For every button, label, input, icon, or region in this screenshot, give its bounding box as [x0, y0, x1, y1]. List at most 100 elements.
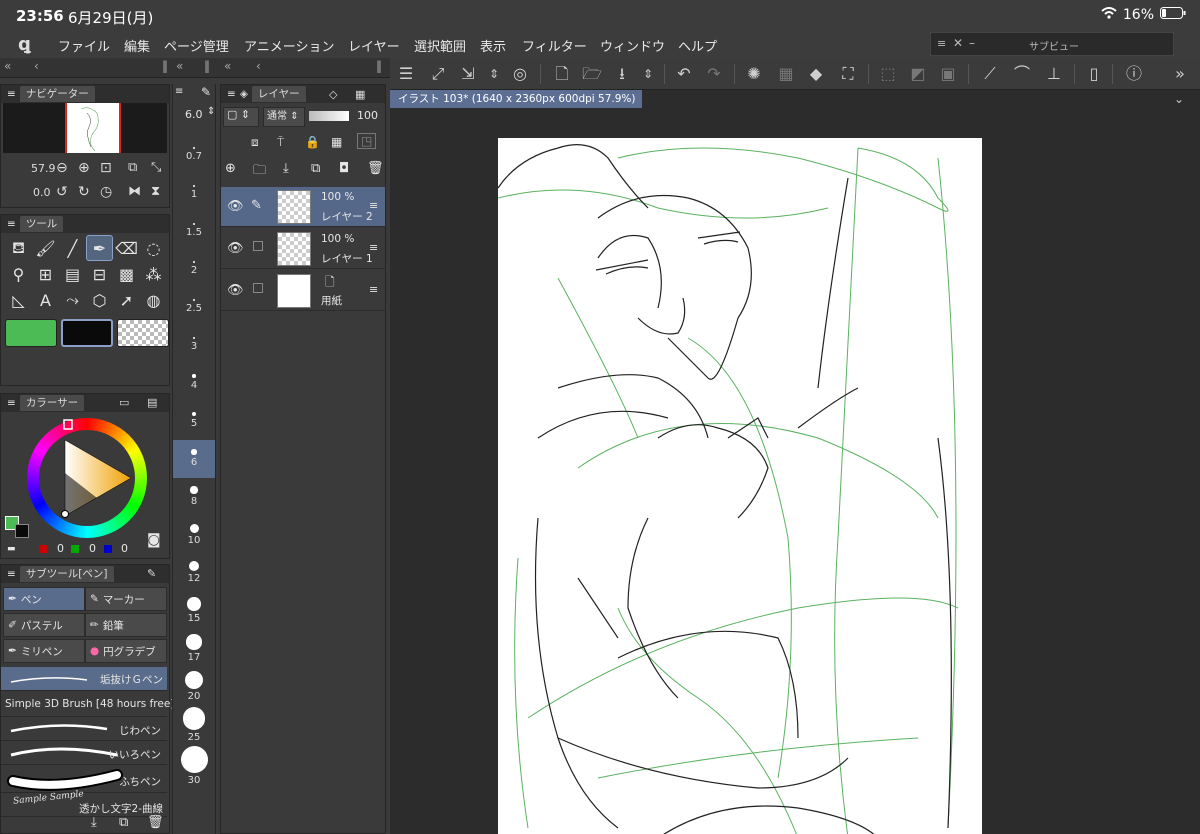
panel-layout-icon[interactable]: ⊟ — [86, 261, 113, 287]
panel-menu-icon-3[interactable]: ≡ — [7, 397, 16, 409]
fill-tool-icon[interactable]: ⛾ — [5, 235, 32, 261]
brush-item-jiwa[interactable]: じわペン — [1, 717, 167, 741]
tool-tab[interactable]: ツール — [19, 216, 64, 232]
brush-size-tab-icon[interactable]: ✎ — [201, 85, 211, 99]
zoom-out-icon[interactable]: ⊖ — [56, 160, 68, 176]
device-icon[interactable]: ▯ — [1082, 62, 1106, 86]
add-mask-icon[interactable]: ◘ — [339, 161, 349, 176]
document-tab[interactable]: イラスト 103* (1640 x 2360px 600dpi 57.9%) — [390, 90, 642, 108]
brush-size-option[interactable]: 12 — [173, 554, 215, 592]
menu-filter[interactable]: フィルター — [522, 36, 587, 55]
mask-icon[interactable]: ◳ — [357, 133, 377, 149]
new-file-icon[interactable]: 🗋 — [550, 62, 574, 86]
new-folder-icon[interactable]: 🗀 — [253, 161, 266, 183]
color-set-tab-icon[interactable]: ▭ — [119, 396, 129, 409]
menu-icon[interactable]: ☰ — [394, 62, 418, 86]
divider-handle-icon[interactable]: ‖ — [162, 59, 168, 73]
fit-window-icon[interactable]: ⤡ — [151, 160, 161, 175]
tab-chevron-down-icon[interactable]: ⌄ — [1174, 92, 1184, 106]
brush-size-stepper-icon[interactable]: ⇕ — [207, 106, 215, 117]
pen-tool-icon[interactable]: ✒ — [86, 235, 113, 261]
3d-object-icon[interactable]: ⬡ — [86, 287, 113, 313]
merge-down-icon[interactable]: ⧉ — [311, 161, 320, 176]
clip-layer-icon[interactable]: ⧈ — [251, 135, 259, 150]
operation-tool-icon[interactable]: ➚ — [113, 287, 140, 313]
layer-property-tab-icon[interactable]: ◇ — [329, 88, 337, 101]
brush-size-option[interactable]: 2.5 — [173, 288, 215, 326]
color-wheel[interactable] — [27, 418, 147, 538]
divider-handle-icon-3[interactable]: ‖ — [376, 59, 382, 73]
blend-tool-icon[interactable]: ◍ — [140, 287, 167, 313]
lasso-tool-icon[interactable]: ◌ — [140, 235, 167, 261]
text-tool-icon[interactable]: A — [32, 287, 59, 313]
layer-row-1[interactable]: 👁 100 % レイヤー 1 ≡ — [221, 229, 385, 269]
panel-menu-icon-4[interactable]: ≡ — [7, 568, 16, 580]
eraser-brush-icon[interactable]: 🖌 — [32, 235, 59, 261]
stepper-icon[interactable]: ⇕ — [482, 62, 506, 86]
brush-size-option[interactable]: 20 — [173, 668, 215, 706]
grid-snap-icon[interactable]: ⊥ — [1042, 62, 1066, 86]
menu-file[interactable]: ファイル — [58, 36, 110, 55]
transfer-down-icon[interactable]: ⤓ — [283, 161, 289, 176]
panel-menu-icon-5[interactable]: ≡ — [175, 86, 183, 97]
eraser-tool-icon[interactable]: ⌫ — [113, 235, 140, 261]
invert-selection-icon[interactable]: ◩ — [906, 62, 930, 86]
subtool-pencil-button[interactable]: ✏ 鉛筆 — [85, 613, 167, 637]
paint-bucket-icon[interactable]: ◆ — [804, 62, 828, 86]
canvas-area[interactable]: イラスト 103* (1640 x 2360px 600dpi 57.9%) ⌄ — [390, 90, 1200, 834]
navigator-preview[interactable] — [3, 103, 167, 153]
blend-mode-dropdown[interactable]: 通常 ⇕ — [263, 107, 305, 127]
new-raster-layer-icon[interactable]: ⊕ — [225, 161, 236, 176]
menu-animation[interactable]: アニメーション — [244, 36, 334, 55]
brush-size-option[interactable]: 30 — [173, 745, 215, 788]
zoom-in-icon[interactable]: ⊕ — [78, 160, 90, 176]
chevron-left-icon-2[interactable]: ‹ — [256, 59, 261, 73]
flip-vertical-icon[interactable]: ⧗ — [151, 184, 160, 199]
tool-property-tab-icon[interactable]: ✎ — [147, 567, 156, 580]
subview-minimize-icon[interactable]: – — [969, 36, 975, 50]
rotate-left-icon[interactable]: ↺ — [56, 184, 68, 200]
download-subtool-icon[interactable]: ⤓ — [91, 815, 97, 830]
line-tool-icon[interactable]: ╱ — [59, 235, 86, 261]
layer-row-paper[interactable]: 👁 🗋 用紙 ≡ — [221, 271, 385, 311]
app-logo-icon[interactable]: ꝗ — [18, 34, 31, 55]
subtool-millipen-button[interactable]: ✒ ミリペン — [3, 639, 85, 663]
visibility-eye-icon[interactable]: 👁 — [227, 199, 244, 214]
brush-size-option[interactable]: 4 — [173, 364, 215, 402]
brush-size-option[interactable]: 25 — [173, 706, 215, 745]
subview-menu-icon[interactable]: ≡ — [937, 37, 946, 50]
edit-target-checkbox-2[interactable] — [253, 283, 263, 293]
divider-handle-icon-2[interactable]: ‖ — [204, 59, 210, 73]
frame-tool-icon[interactable]: ⊞ — [32, 261, 59, 287]
main-color-swatch[interactable] — [5, 319, 57, 347]
brush-size-option[interactable]: 5 — [173, 402, 215, 440]
collapse-layer-icon[interactable]: « — [224, 59, 231, 73]
menu-edit[interactable]: 編集 — [124, 36, 150, 55]
gradient-bar-icon[interactable]: ▬ — [7, 544, 16, 554]
brush-size-option[interactable]: 8 — [173, 478, 215, 516]
brush-size-option[interactable]: 2 — [173, 250, 215, 288]
collapse-right-icon[interactable]: » — [1168, 62, 1192, 86]
brush-size-option[interactable]: 3 — [173, 326, 215, 364]
menu-layer[interactable]: レイヤー — [348, 36, 400, 55]
smudge-tool-icon[interactable]: ⤳ — [59, 287, 86, 313]
opacity-slider[interactable] — [309, 111, 349, 121]
layer-drag-handle-icon-3[interactable]: ≡ — [369, 283, 378, 296]
edit-target-checkbox[interactable] — [253, 241, 263, 251]
layer-tab[interactable]: レイヤー — [251, 86, 306, 102]
save-icon[interactable]: ⭳ — [610, 62, 634, 86]
special-ruler-icon[interactable]: ⌒ — [1010, 62, 1034, 86]
brush-size-option[interactable]: 6 — [173, 440, 215, 478]
copy-subtool-icon[interactable]: ⧉ — [119, 815, 128, 830]
lock-layer-icon[interactable]: 🔒 — [305, 135, 320, 149]
brush-size-option[interactable]: 15 — [173, 592, 215, 630]
panel-menu-icon-6[interactable]: ≡ — [227, 88, 236, 100]
visibility-eye-icon-2[interactable]: 👁 — [227, 241, 244, 256]
flip-horizontal-icon[interactable]: ⧓ — [128, 184, 141, 199]
subtool-marker-button[interactable]: ✎ マーカー — [85, 587, 167, 611]
subview-window[interactable]: ≡ ✕ – サブビュー — [930, 32, 1174, 56]
layer-color-dropdown[interactable]: ▢ ⇕ — [223, 107, 259, 127]
material-tool-icon[interactable]: ▩ — [113, 261, 140, 287]
actual-size-icon[interactable]: ⧉ — [128, 160, 137, 175]
transparent-color-swatch[interactable] — [117, 319, 169, 347]
